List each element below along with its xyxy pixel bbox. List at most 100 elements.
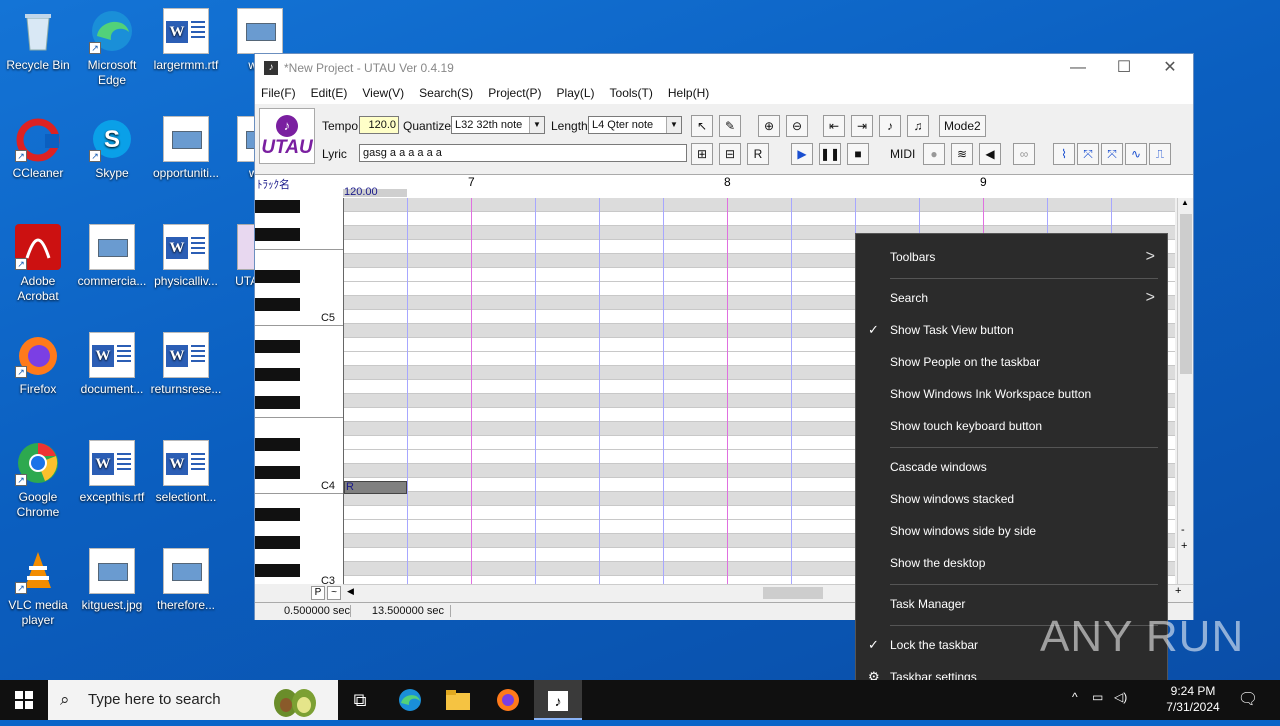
pointer-tool-icon[interactable]: ↖: [691, 115, 713, 137]
black-key[interactable]: [255, 368, 300, 381]
loop-icon[interactable]: ≋: [951, 143, 973, 165]
menu-play[interactable]: Play(L): [557, 86, 595, 100]
zoom-out-v-icon[interactable]: -: [1181, 524, 1185, 536]
taskbar-search-box[interactable]: ⌕ Type here to search: [48, 680, 338, 720]
utau-taskbar-icon[interactable]: ♪: [534, 680, 582, 720]
tray-chevron-icon[interactable]: ^: [1072, 690, 1078, 704]
ruler[interactable]: ﾄﾗｯｸ名 120.00 7 8 9: [255, 174, 1193, 198]
commercia-file-icon[interactable]: commercia...: [74, 224, 150, 289]
zoom-in-v-icon[interactable]: +: [1181, 540, 1187, 552]
reset-icon[interactable]: ⎍: [1149, 143, 1171, 165]
chevron-down-icon[interactable]: ▼: [529, 117, 544, 133]
mode2-button[interactable]: Mode2: [939, 115, 986, 137]
kitguest-file-icon[interactable]: kitguest.jpg: [74, 548, 150, 613]
title-bar[interactable]: ♪ *New Project - UTAU Ver 0.4.19 — ☐ ✕: [255, 54, 1193, 82]
optimize-icon[interactable]: ∿: [1125, 143, 1147, 165]
task-view-icon[interactable]: ⧉: [336, 680, 384, 720]
microsoft-edge-icon[interactable]: ↗ Microsoft Edge: [74, 8, 150, 88]
link-icon[interactable]: ∞: [1013, 143, 1035, 165]
pitch-icon[interactable]: ⤧: [1077, 143, 1099, 165]
vlc-icon[interactable]: ↗ VLC media player: [0, 548, 76, 628]
record-icon[interactable]: ●: [923, 143, 945, 165]
tempo-input[interactable]: 120.0: [359, 116, 399, 134]
recycle-bin-icon[interactable]: Recycle Bin: [0, 8, 76, 73]
zoom-in-icon[interactable]: ⊕: [758, 115, 780, 137]
excepthis-file-icon[interactable]: W excepthis.rtf: [74, 440, 150, 505]
notification-icon[interactable]: 🗨: [1224, 680, 1272, 720]
menu-item-search[interactable]: Search >: [856, 282, 1167, 314]
rest-icon[interactable]: R: [747, 143, 769, 165]
menu-item-windows-stacked[interactable]: Show windows stacked: [856, 483, 1167, 515]
menu-item-toolbars[interactable]: Toolbars >: [856, 241, 1167, 273]
physicalliv-file-icon[interactable]: W physicalliv...: [148, 224, 224, 289]
volume-icon[interactable]: ◁): [1114, 690, 1127, 704]
opportuniti-file-icon[interactable]: opportuniti...: [148, 116, 224, 181]
p-button[interactable]: P: [311, 586, 325, 600]
black-key[interactable]: [255, 298, 300, 311]
go-start-icon[interactable]: ⇤: [823, 115, 845, 137]
ccleaner-icon[interactable]: ↗ CCleaner: [0, 116, 76, 181]
zoom-out-icon[interactable]: ⊖: [786, 115, 808, 137]
black-key[interactable]: [255, 564, 300, 577]
black-key[interactable]: [255, 438, 300, 451]
black-key[interactable]: [255, 200, 300, 213]
menu-item-show-task-view[interactable]: ✓ Show Task View button: [856, 314, 1167, 346]
minimize-icon[interactable]: —: [1055, 54, 1101, 82]
adobe-acrobat-icon[interactable]: ↗ Adobe Acrobat: [0, 224, 76, 304]
taskbar-clock[interactable]: 9:24 PM 7/31/2024: [1158, 683, 1228, 715]
document-file-icon[interactable]: W document...: [74, 332, 150, 397]
menu-item-show-ink-workspace[interactable]: Show Windows Ink Workspace button: [856, 378, 1167, 410]
piano-keyboard[interactable]: C5 C4 C3: [255, 198, 343, 584]
stop-icon[interactable]: ■: [847, 143, 869, 165]
pause-icon[interactable]: ❚❚: [819, 143, 841, 165]
close-icon[interactable]: ✕: [1147, 54, 1193, 82]
vibrato-icon[interactable]: ⤧: [1101, 143, 1123, 165]
menu-item-cascade-windows[interactable]: Cascade windows: [856, 451, 1167, 483]
black-key[interactable]: [255, 270, 300, 283]
prev-note-icon[interactable]: ♪: [879, 115, 901, 137]
black-key[interactable]: [255, 536, 300, 549]
black-key[interactable]: [255, 340, 300, 353]
scroll-left-icon[interactable]: ◀: [347, 586, 354, 597]
scroll-up-icon[interactable]: ▲: [1181, 198, 1189, 207]
therefore-file-icon[interactable]: therefore...: [148, 548, 224, 613]
rest-note[interactable]: R: [344, 481, 407, 494]
firefox-icon[interactable]: ↗ Firefox: [0, 332, 76, 397]
insert-icon[interactable]: ⊞: [691, 143, 713, 165]
vertical-scrollbar[interactable]: ▲ - +: [1177, 198, 1193, 584]
menu-item-side-by-side[interactable]: Show windows side by side: [856, 515, 1167, 547]
menu-item-show-desktop[interactable]: Show the desktop: [856, 547, 1167, 579]
google-chrome-icon[interactable]: ↗ Google Chrome: [0, 440, 76, 520]
horizontal-scroll-thumb[interactable]: [763, 587, 823, 599]
network-icon[interactable]: ▭: [1092, 690, 1103, 704]
edge-taskbar-icon[interactable]: [386, 680, 434, 720]
menu-edit[interactable]: Edit(E): [311, 86, 348, 100]
menu-view[interactable]: View(V): [362, 86, 404, 100]
lyric-input[interactable]: gasg a a a a a a: [359, 144, 687, 162]
menu-item-show-people[interactable]: Show People on the taskbar: [856, 346, 1167, 378]
black-key[interactable]: [255, 508, 300, 521]
firefox-taskbar-icon[interactable]: [484, 680, 532, 720]
tilde-button[interactable]: ~: [327, 586, 341, 600]
menu-file[interactable]: File(F): [261, 86, 296, 100]
returnsrese-file-icon[interactable]: W returnsrese...: [148, 332, 224, 397]
delete-icon[interactable]: ⊟: [719, 143, 741, 165]
vertical-scroll-thumb[interactable]: [1180, 214, 1192, 374]
selectiont-file-icon[interactable]: W selectiont...: [148, 440, 224, 505]
envelope-icon[interactable]: ⌇: [1053, 143, 1075, 165]
menu-item-show-touch-keyboard[interactable]: Show touch keyboard button: [856, 410, 1167, 442]
menu-search[interactable]: Search(S): [419, 86, 473, 100]
black-key[interactable]: [255, 466, 300, 479]
menu-help[interactable]: Help(H): [668, 86, 709, 100]
chevron-down-icon[interactable]: ▼: [666, 117, 681, 133]
windows-start-icon[interactable]: [0, 680, 48, 720]
skype-icon[interactable]: S ↗ Skype: [74, 116, 150, 181]
maximize-icon[interactable]: ☐: [1101, 54, 1147, 82]
largermm-file-icon[interactable]: W largermm.rtf: [148, 8, 224, 73]
menu-project[interactable]: Project(P): [488, 86, 541, 100]
quantize-select[interactable]: L32 32th note ▼: [451, 116, 545, 134]
black-key[interactable]: [255, 228, 300, 241]
next-note-icon[interactable]: ♫: [907, 115, 929, 137]
length-select[interactable]: L4 Qter note ▼: [588, 116, 682, 134]
menu-tools[interactable]: Tools(T): [610, 86, 653, 100]
